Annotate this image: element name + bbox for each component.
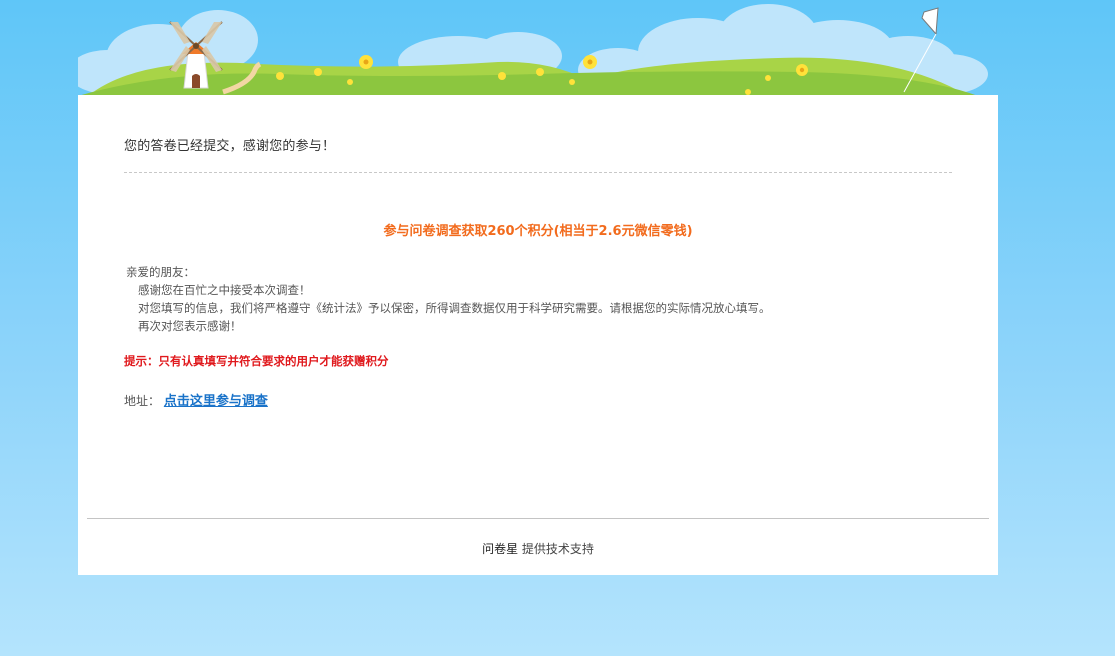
letter-line-3: 再次对您表示感谢！ <box>138 319 242 333</box>
dashed-divider <box>124 172 952 173</box>
points-headline: 参与问卷调查获取260个积分(相当于2.6元微信零钱) <box>383 224 693 239</box>
letter-block: 亲爱的朋友： 感谢您在百忙之中接受本次调查！ 对您填写的信息，我们将严格遵守《统… <box>126 263 771 335</box>
footer-support-text: 提供技术支持 <box>518 542 594 556</box>
address-row: 地址： 点击这里参与调查 <box>124 390 268 409</box>
footer: 问卷星 提供技术支持 <box>78 540 998 557</box>
letter-greeting: 亲爱的朋友： <box>126 265 195 279</box>
address-label: 地址： <box>124 394 161 408</box>
letter-line-1: 感谢您在百忙之中接受本次调查！ <box>138 283 311 297</box>
submitted-message: 您的答卷已经提交，感谢您的参与！ <box>124 139 336 154</box>
footer-brand-link[interactable]: 问卷星 <box>482 542 518 556</box>
footer-divider <box>87 518 989 519</box>
tip-notice: 提示：只有认真填写并符合要求的用户才能获赠积分 <box>124 354 389 368</box>
result-card: 您的答卷已经提交，感谢您的参与！ 参与问卷调查获取260个积分(相当于2.6元微… <box>78 95 998 575</box>
letter-line-2: 对您填写的信息，我们将严格遵守《统计法》予以保密，所得调查数据仅用于科学研究需要… <box>138 301 771 315</box>
survey-link[interactable]: 点击这里参与调查 <box>164 394 268 409</box>
banner-illustration <box>78 0 998 96</box>
